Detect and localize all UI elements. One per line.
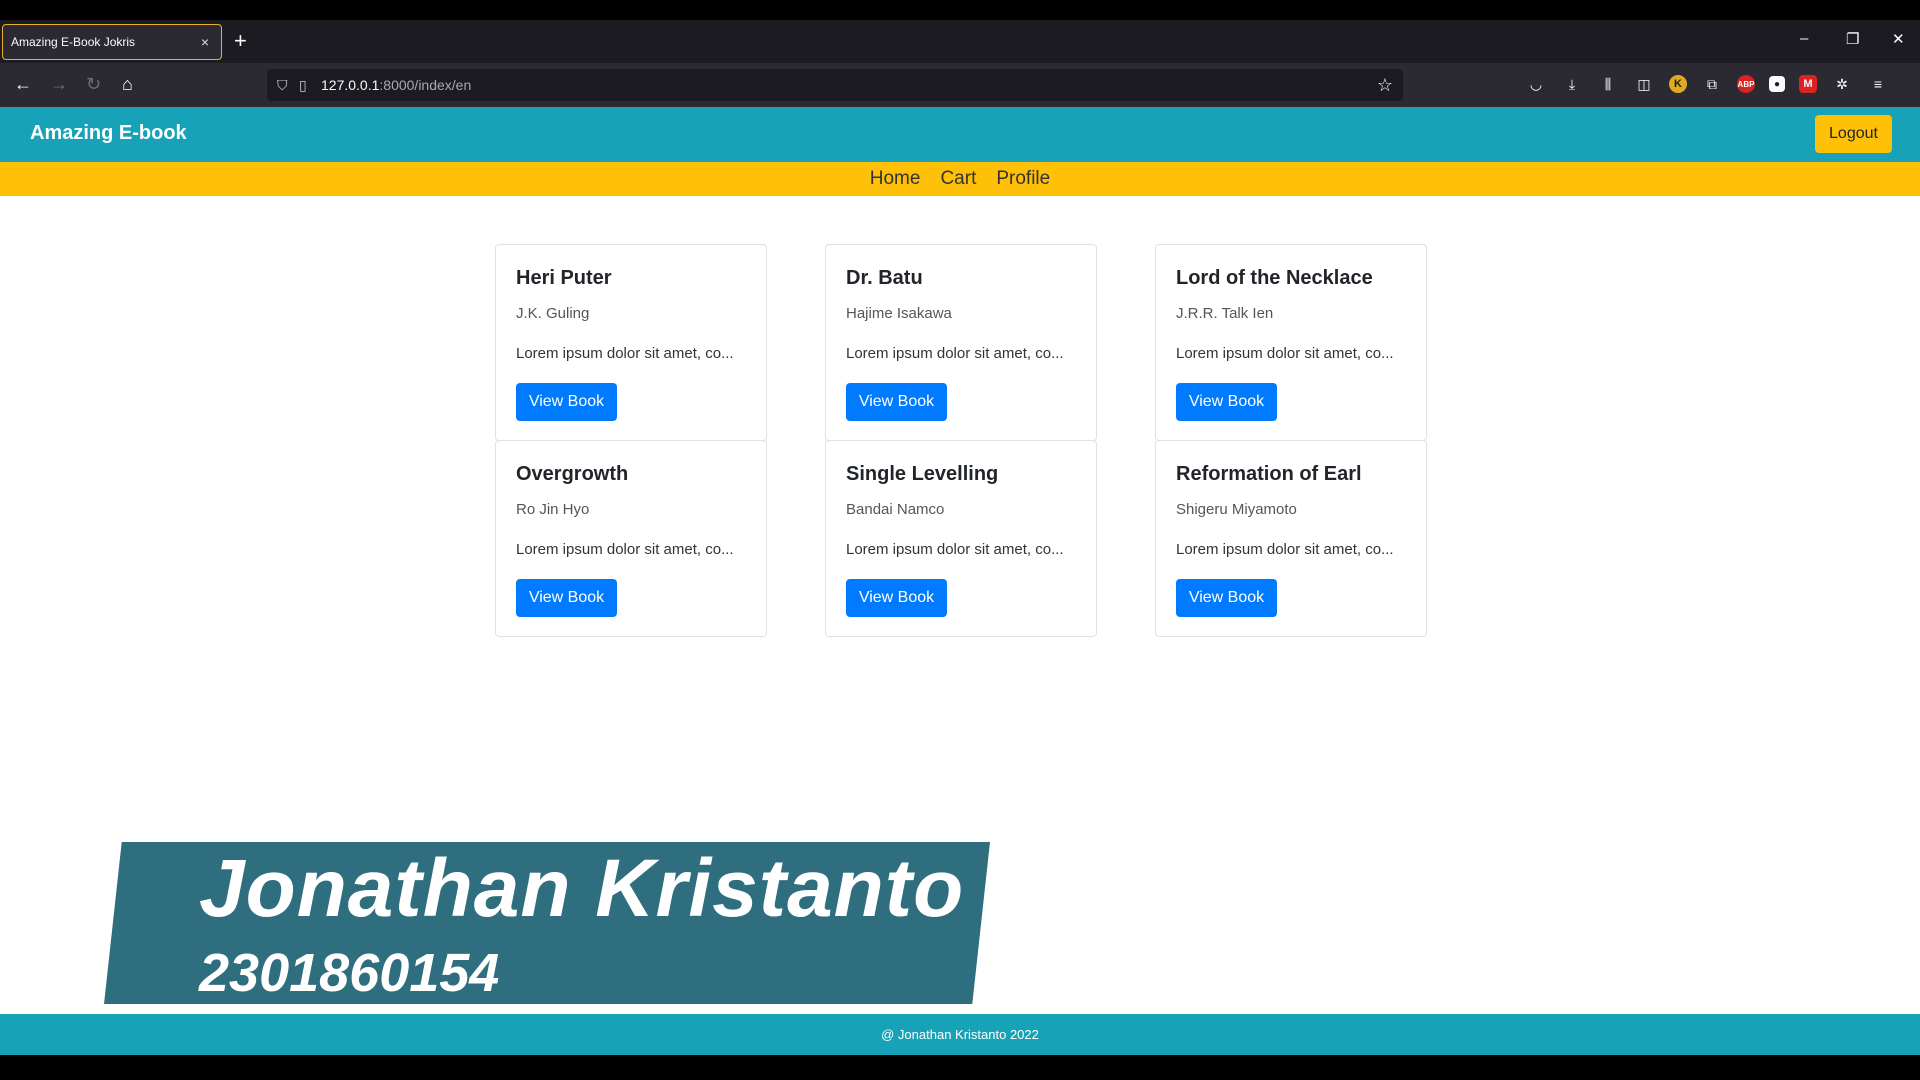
library-icon[interactable]: ⫼ (1597, 73, 1619, 95)
menu-profile[interactable]: Profile (996, 168, 1050, 190)
book-description: Lorem ipsum dolor sit amet, co... (846, 345, 1064, 362)
book-card: Single Levelling Bandai Namco Lorem ipsu… (825, 440, 1097, 637)
url-bar[interactable]: ⛉ ▯ 127.0.0.1 :8000/index/en ☆ (267, 69, 1403, 101)
url-path: :8000/index/en (379, 77, 472, 93)
banner-name: Jonathan Kristanto (199, 843, 965, 934)
extension-icon[interactable]: ⧉ (1701, 73, 1723, 95)
book-card: Heri Puter J.K. Guling Lorem ipsum dolor… (495, 244, 767, 441)
pocket-icon[interactable]: ◡ (1525, 73, 1547, 95)
tab-strip: Amazing E-Book Jokris × + – ❐ ✕ (0, 20, 1920, 63)
k-extension-icon[interactable]: K (1669, 75, 1687, 93)
shield-icon[interactable]: ⛉ (277, 77, 299, 94)
book-author: Ro Jin Hyo (516, 501, 590, 518)
book-description: Lorem ipsum dolor sit amet, co... (516, 345, 734, 362)
minimize-button[interactable]: – (1800, 30, 1808, 47)
name-banner: Jonathan Kristanto 2301860154 (104, 842, 990, 1004)
site-menu: Home Cart Profile (0, 162, 1920, 196)
view-book-button[interactable]: View Book (516, 579, 617, 617)
book-author: Bandai Namco (846, 501, 945, 518)
view-book-button[interactable]: View Book (1176, 579, 1277, 617)
sidebar-icon[interactable]: ◫ (1633, 73, 1655, 95)
logout-button[interactable]: Logout (1815, 115, 1892, 153)
book-description: Lorem ipsum dolor sit amet, co... (1176, 345, 1394, 362)
new-tab-button[interactable]: + (234, 29, 247, 53)
menu-home[interactable]: Home (870, 168, 921, 190)
book-card: Dr. Batu Hajime Isakawa Lorem ipsum dolo… (825, 244, 1097, 441)
book-title: Lord of the Necklace (1176, 267, 1373, 289)
browser-nav-bar: ← → ↻ ⌂ ⛉ ▯ 127.0.0.1 :8000/index/en ☆ ◡… (0, 63, 1920, 107)
view-book-button[interactable]: View Book (846, 579, 947, 617)
book-title: Overgrowth (516, 463, 629, 485)
toolbar-icons: ◡ ⤓ ⫼ ◫ K ⧉ ABP ● M ✲ ≡ (1525, 73, 1889, 95)
restore-button[interactable]: ❐ (1846, 30, 1859, 48)
bookmark-star-icon[interactable]: ☆ (1377, 75, 1393, 96)
browser-tab[interactable]: Amazing E-Book Jokris × (2, 24, 222, 60)
close-window-button[interactable]: ✕ (1892, 30, 1905, 48)
site-brand[interactable]: Amazing E-book (30, 122, 187, 145)
url-host: 127.0.0.1 (321, 77, 380, 93)
site-header: Amazing E-book Logout (0, 107, 1920, 162)
tab-close-icon[interactable]: × (197, 34, 213, 50)
book-author: J.K. Guling (516, 305, 590, 322)
book-description: Lorem ipsum dolor sit amet, co... (516, 541, 734, 558)
reload-icon[interactable]: ↻ (86, 73, 101, 95)
book-card: Lord of the Necklace J.R.R. Talk Ien Lor… (1155, 244, 1427, 441)
page-icon[interactable]: ▯ (299, 77, 321, 94)
site-footer: @ Jonathan Kristanto 2022 (0, 1014, 1920, 1055)
book-author: J.R.R. Talk Ien (1176, 305, 1274, 322)
back-arrow-icon[interactable]: ← (14, 73, 32, 95)
home-icon[interactable]: ⌂ (122, 73, 133, 95)
view-book-button[interactable]: View Book (846, 383, 947, 421)
password-extension-icon[interactable]: ● (1769, 76, 1785, 92)
download-icon[interactable]: ⤓ (1561, 73, 1583, 95)
view-book-button[interactable]: View Book (516, 383, 617, 421)
book-title: Dr. Batu (846, 267, 923, 289)
menu-icon[interactable]: ≡ (1867, 73, 1889, 95)
book-title: Heri Puter (516, 267, 612, 289)
adblock-icon[interactable]: ABP (1737, 75, 1755, 93)
book-card: Overgrowth Ro Jin Hyo Lorem ipsum dolor … (495, 440, 767, 637)
menu-cart[interactable]: Cart (940, 168, 976, 190)
book-title: Single Levelling (846, 463, 999, 485)
book-author: Shigeru Miyamoto (1176, 501, 1297, 518)
book-description: Lorem ipsum dolor sit amet, co... (846, 541, 1064, 558)
book-description: Lorem ipsum dolor sit amet, co... (1176, 541, 1394, 558)
tab-title: Amazing E-Book Jokris (11, 35, 136, 49)
banner-student-id: 2301860154 (199, 943, 500, 1003)
book-card: Reformation of Earl Shigeru Miyamoto Lor… (1155, 440, 1427, 637)
forward-arrow-icon[interactable]: → (50, 73, 68, 95)
settings-extension-icon[interactable]: ✲ (1831, 73, 1853, 95)
view-book-button[interactable]: View Book (1176, 383, 1277, 421)
m-extension-icon[interactable]: M (1799, 75, 1817, 93)
book-author: Hajime Isakawa (846, 305, 952, 322)
book-title: Reformation of Earl (1176, 463, 1362, 485)
